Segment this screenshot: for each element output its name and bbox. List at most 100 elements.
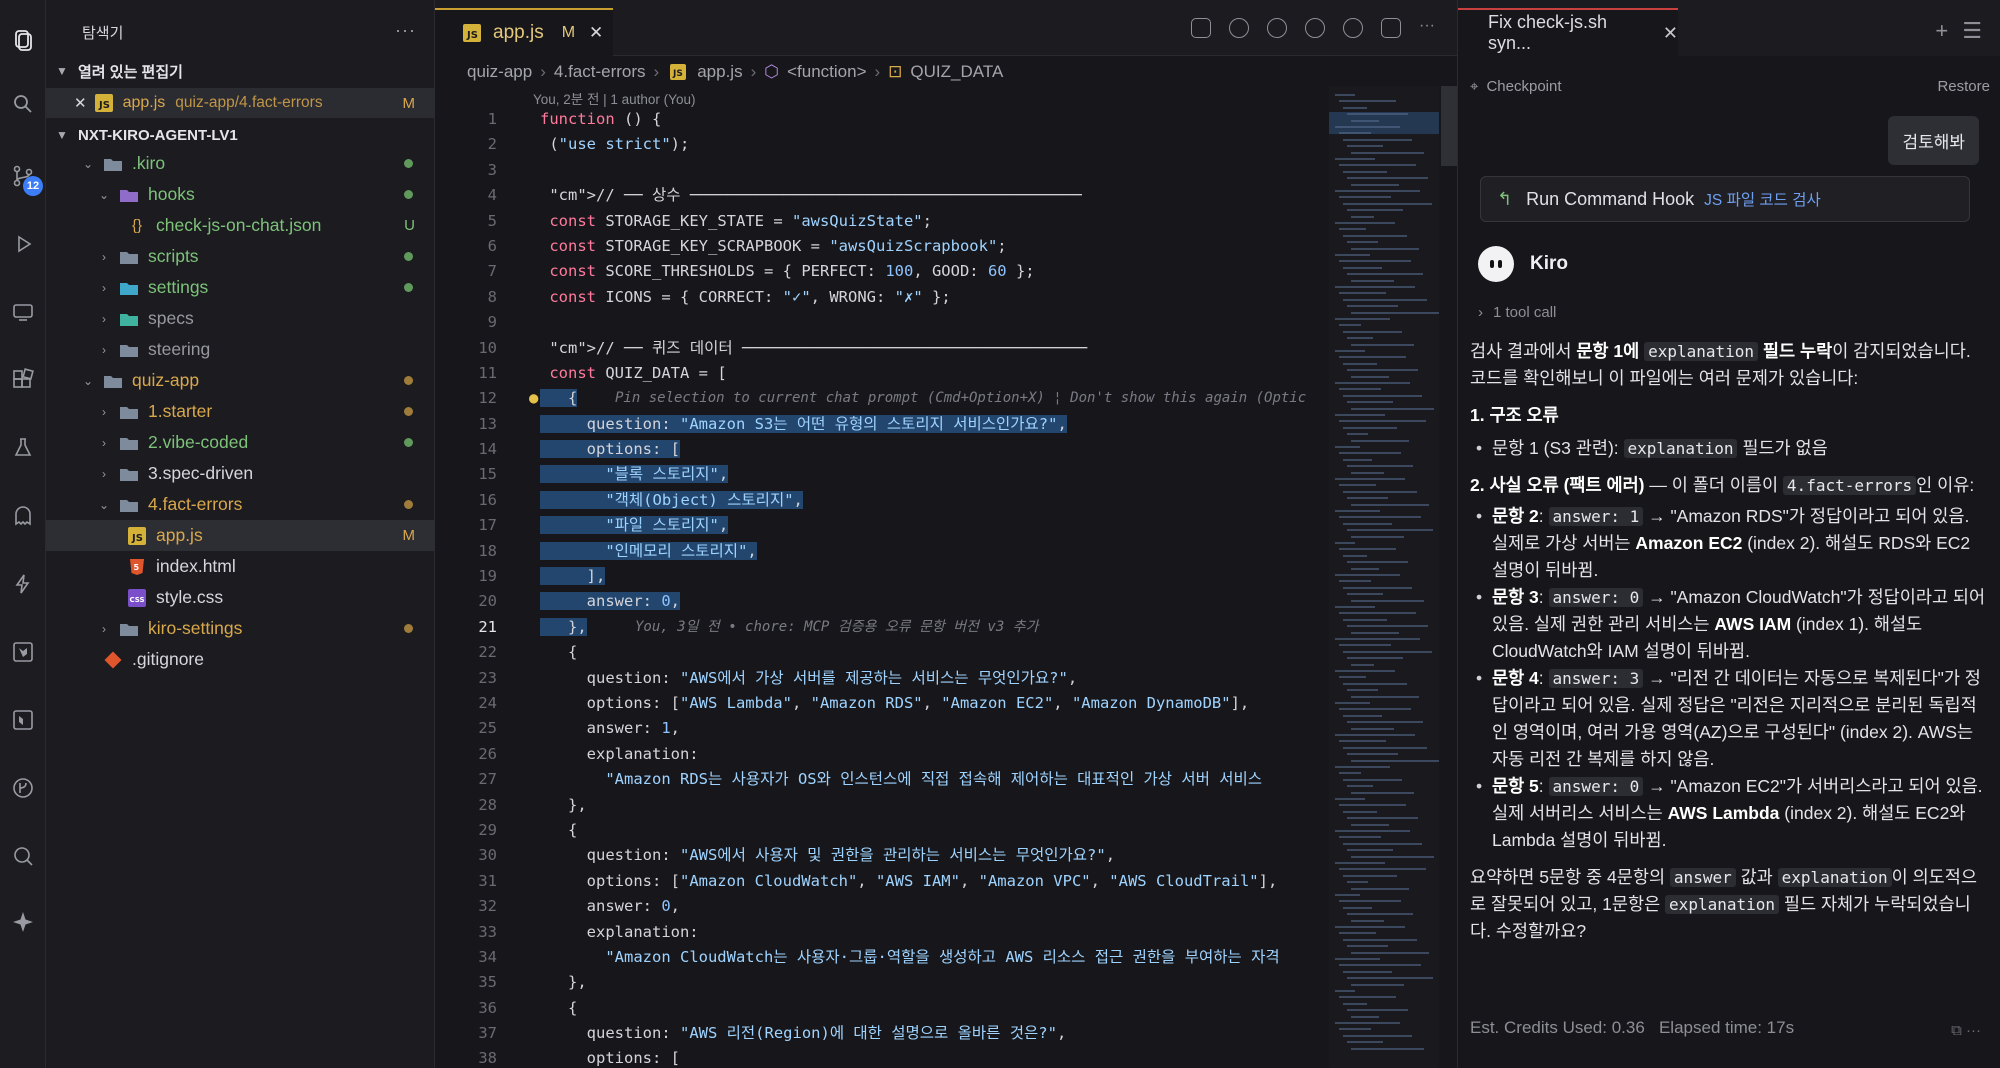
code-lines[interactable]: 1 function () {2 ("use strict"); 3 4 "cm">/… — [435, 107, 1310, 1068]
open-changes-icon[interactable] — [1267, 18, 1287, 38]
kiro-ghost-icon[interactable] — [7, 500, 39, 532]
search-icon[interactable] — [7, 88, 39, 120]
tool-call-toggle[interactable]: › 1 tool call — [1478, 304, 1556, 321]
code-line[interactable]: 13 question: "Amazon S3는 어떤 유형의 스토리지 서비스… — [435, 412, 1310, 437]
tree-folder-hooks[interactable]: ⌄ hooks — [46, 179, 435, 210]
files-icon[interactable] — [7, 24, 39, 56]
inline-hint[interactable]: Pin selection to current chat prompt (Cm… — [615, 386, 1306, 411]
git-blame-icon[interactable] — [1343, 18, 1363, 38]
timeline-search-icon[interactable] — [7, 840, 39, 872]
minimap-line — [1347, 753, 1398, 756]
restore-button[interactable]: Restore — [1937, 78, 1990, 95]
tree-folder-starter[interactable]: › 1.starter — [46, 396, 435, 427]
testing-icon[interactable] — [7, 432, 39, 464]
tree-folder-spec-driven[interactable]: › 3.spec-driven — [46, 458, 435, 489]
code-line[interactable]: 23 question: "AWS에서 가상 서버를 제공하는 서비스는 무엇인… — [435, 666, 1310, 691]
remote-explorer-icon[interactable] — [7, 296, 39, 328]
open-editor-item[interactable]: ✕ JS app.js quiz-app/4.fact-errors M — [46, 88, 435, 118]
code-line[interactable]: 26 explanation: — [435, 742, 1310, 767]
code-line[interactable]: 16 "객체(Object) 스토리지", — [435, 488, 1310, 513]
minimap-viewport[interactable] — [1329, 112, 1439, 134]
chat-tab[interactable]: Fix check-js.sh syn... ✕ — [1458, 8, 1678, 56]
tab-app-js[interactable]: JS app.js M ✕ — [435, 8, 613, 56]
terraform-icon[interactable] — [7, 636, 39, 668]
compare-changes-icon[interactable] — [1191, 18, 1211, 38]
code-line[interactable]: 36 { — [435, 996, 1310, 1021]
code-line[interactable]: 27 "Amazon RDS는 사용자가 OS와 인스턴스에 직접 접속해 제어… — [435, 767, 1310, 792]
code-line[interactable]: 10 "cm">// ── 퀴즈 데이터 ───────────────────… — [435, 336, 1310, 361]
copy-icon[interactable]: ⧉ ··· — [1951, 1022, 1981, 1039]
tree-folder-vibe-coded[interactable]: › 2.vibe-coded — [46, 427, 435, 458]
code-line[interactable]: 3 — [435, 158, 1310, 183]
chat-history-icon[interactable]: ☰ — [1962, 18, 1982, 44]
code-line[interactable]: 12 {Pin selection to current chat prompt… — [435, 386, 1310, 411]
code-line[interactable]: 31 options: ["Amazon CloudWatch", "AWS I… — [435, 869, 1310, 894]
tree-file-gitignore[interactable]: .gitignore — [46, 644, 435, 675]
code-line[interactable]: 33 explanation: — [435, 920, 1310, 945]
code-line[interactable]: 1 function () { — [435, 107, 1310, 132]
tree-folder-specs[interactable]: › specs — [46, 303, 435, 334]
terraform-cloud-icon[interactable] — [7, 704, 39, 736]
tree-folder-scripts[interactable]: › scripts — [46, 241, 435, 272]
code-line[interactable]: 35 }, — [435, 970, 1310, 995]
code-line[interactable]: 7 const SCORE_THRESHOLDS = { PERFECT: 10… — [435, 259, 1310, 284]
code-line[interactable]: 34 "Amazon CloudWatch는 사용자·그룹·역할을 생성하고 A… — [435, 945, 1310, 970]
workspace-root-header[interactable]: ▼ NXT-KIRO-AGENT-LV1 — [56, 121, 238, 149]
git-graph-icon[interactable] — [7, 772, 39, 804]
debug-icon[interactable] — [7, 228, 39, 260]
code-line[interactable]: 19 ], — [435, 564, 1310, 589]
tree-folder-fact-errors[interactable]: ⌄ 4.fact-errors — [46, 489, 435, 520]
next-change-icon[interactable] — [1305, 18, 1325, 38]
code-line[interactable]: 20 answer: 0, — [435, 589, 1310, 614]
tree-folder-steering[interactable]: › steering — [46, 334, 435, 365]
code-line[interactable]: 29 { — [435, 818, 1310, 843]
code-line[interactable]: 18 "인메모리 스토리지", — [435, 539, 1310, 564]
code-line[interactable]: 38 options: [ — [435, 1046, 1310, 1068]
close-icon[interactable]: ✕ — [74, 94, 87, 112]
codelens-blame[interactable]: You, 2분 전 | 1 author (You) — [533, 88, 695, 108]
source-control-icon[interactable]: 12 — [7, 160, 43, 196]
split-editor-icon[interactable] — [1381, 18, 1401, 38]
code-line[interactable]: 4 "cm">// ── 상수 ────────────────────────… — [435, 183, 1310, 208]
tree-file-style-css[interactable]: CSS style.css — [46, 582, 435, 613]
open-editors-header[interactable]: ▼ 열려 있는 편집기 — [56, 57, 183, 85]
minimap[interactable] — [1329, 86, 1439, 1068]
code-line[interactable]: 32 answer: 0, — [435, 894, 1310, 919]
code-line[interactable]: 30 question: "AWS에서 사용자 및 권한을 관리하는 서비스는 … — [435, 843, 1310, 868]
tree-folder-kiro-settings[interactable]: › kiro-settings — [46, 613, 435, 644]
prev-change-icon[interactable] — [1229, 18, 1249, 38]
code-line[interactable]: 25 answer: 1, — [435, 716, 1310, 741]
chevron-down-icon: ⌄ — [82, 373, 94, 388]
code-line[interactable]: 15 "블록 스토리지", — [435, 462, 1310, 487]
code-line[interactable]: 11 const QUIZ_DATA = [ — [435, 361, 1310, 386]
tree-file-check-js-on-chat[interactable]: {} check-js-on-chat.json U — [46, 210, 435, 241]
code-line[interactable]: 5 const STORAGE_KEY_STATE = "awsQuizStat… — [435, 209, 1310, 234]
more-actions-icon[interactable]: ··· — [395, 20, 416, 41]
close-chat-icon[interactable]: ✕ — [1663, 23, 1678, 44]
tree-folder-settings[interactable]: › settings — [46, 272, 435, 303]
tree-folder-quiz-app[interactable]: ⌄ quiz-app — [46, 365, 435, 396]
code-line[interactable]: 6 const STORAGE_KEY_SCRAPBOOK = "awsQuiz… — [435, 234, 1310, 259]
code-line[interactable]: 24 options: ["AWS Lambda", "Amazon RDS",… — [435, 691, 1310, 716]
code-line[interactable]: 17 "파일 스토리지", — [435, 513, 1310, 538]
code-line[interactable]: 22 { — [435, 640, 1310, 665]
code-line[interactable]: 8 const ICONS = { CORRECT: "✓", WRONG: "… — [435, 285, 1310, 310]
new-chat-icon[interactable]: + — [1935, 18, 1948, 44]
tree-folder-kiro[interactable]: ⌄ .kiro — [46, 148, 435, 179]
tree-file-app-js[interactable]: JS app.js M — [46, 520, 435, 551]
extensions-icon[interactable] — [7, 364, 39, 396]
close-tab-icon[interactable]: ✕ — [589, 23, 603, 43]
sparkle-icon[interactable] — [7, 906, 39, 938]
code-line[interactable]: 2 ("use strict"); — [435, 132, 1310, 157]
hooks-icon[interactable] — [7, 568, 39, 600]
vertical-scrollbar[interactable] — [1441, 86, 1457, 166]
code-line[interactable]: 9 — [435, 310, 1310, 335]
code-line[interactable]: 14 options: [ — [435, 437, 1310, 462]
code-line[interactable]: 28 }, — [435, 793, 1310, 818]
tree-file-index-html[interactable]: 5 index.html — [46, 551, 435, 582]
run-command-hook[interactable]: ↰ Run Command Hook JS 파일 코드 검사 — [1480, 176, 1970, 222]
code-line[interactable]: 37 question: "AWS 리전(Region)에 대한 설명으로 올바… — [435, 1021, 1310, 1046]
lightbulb-icon[interactable]: ● — [529, 386, 538, 411]
code-line[interactable]: 21 }, You, 3일 전 • chore: MCP 검증용 오류 문항 버전… — [435, 615, 1310, 640]
more-actions-icon[interactable]: ··· — [1419, 18, 1439, 38]
